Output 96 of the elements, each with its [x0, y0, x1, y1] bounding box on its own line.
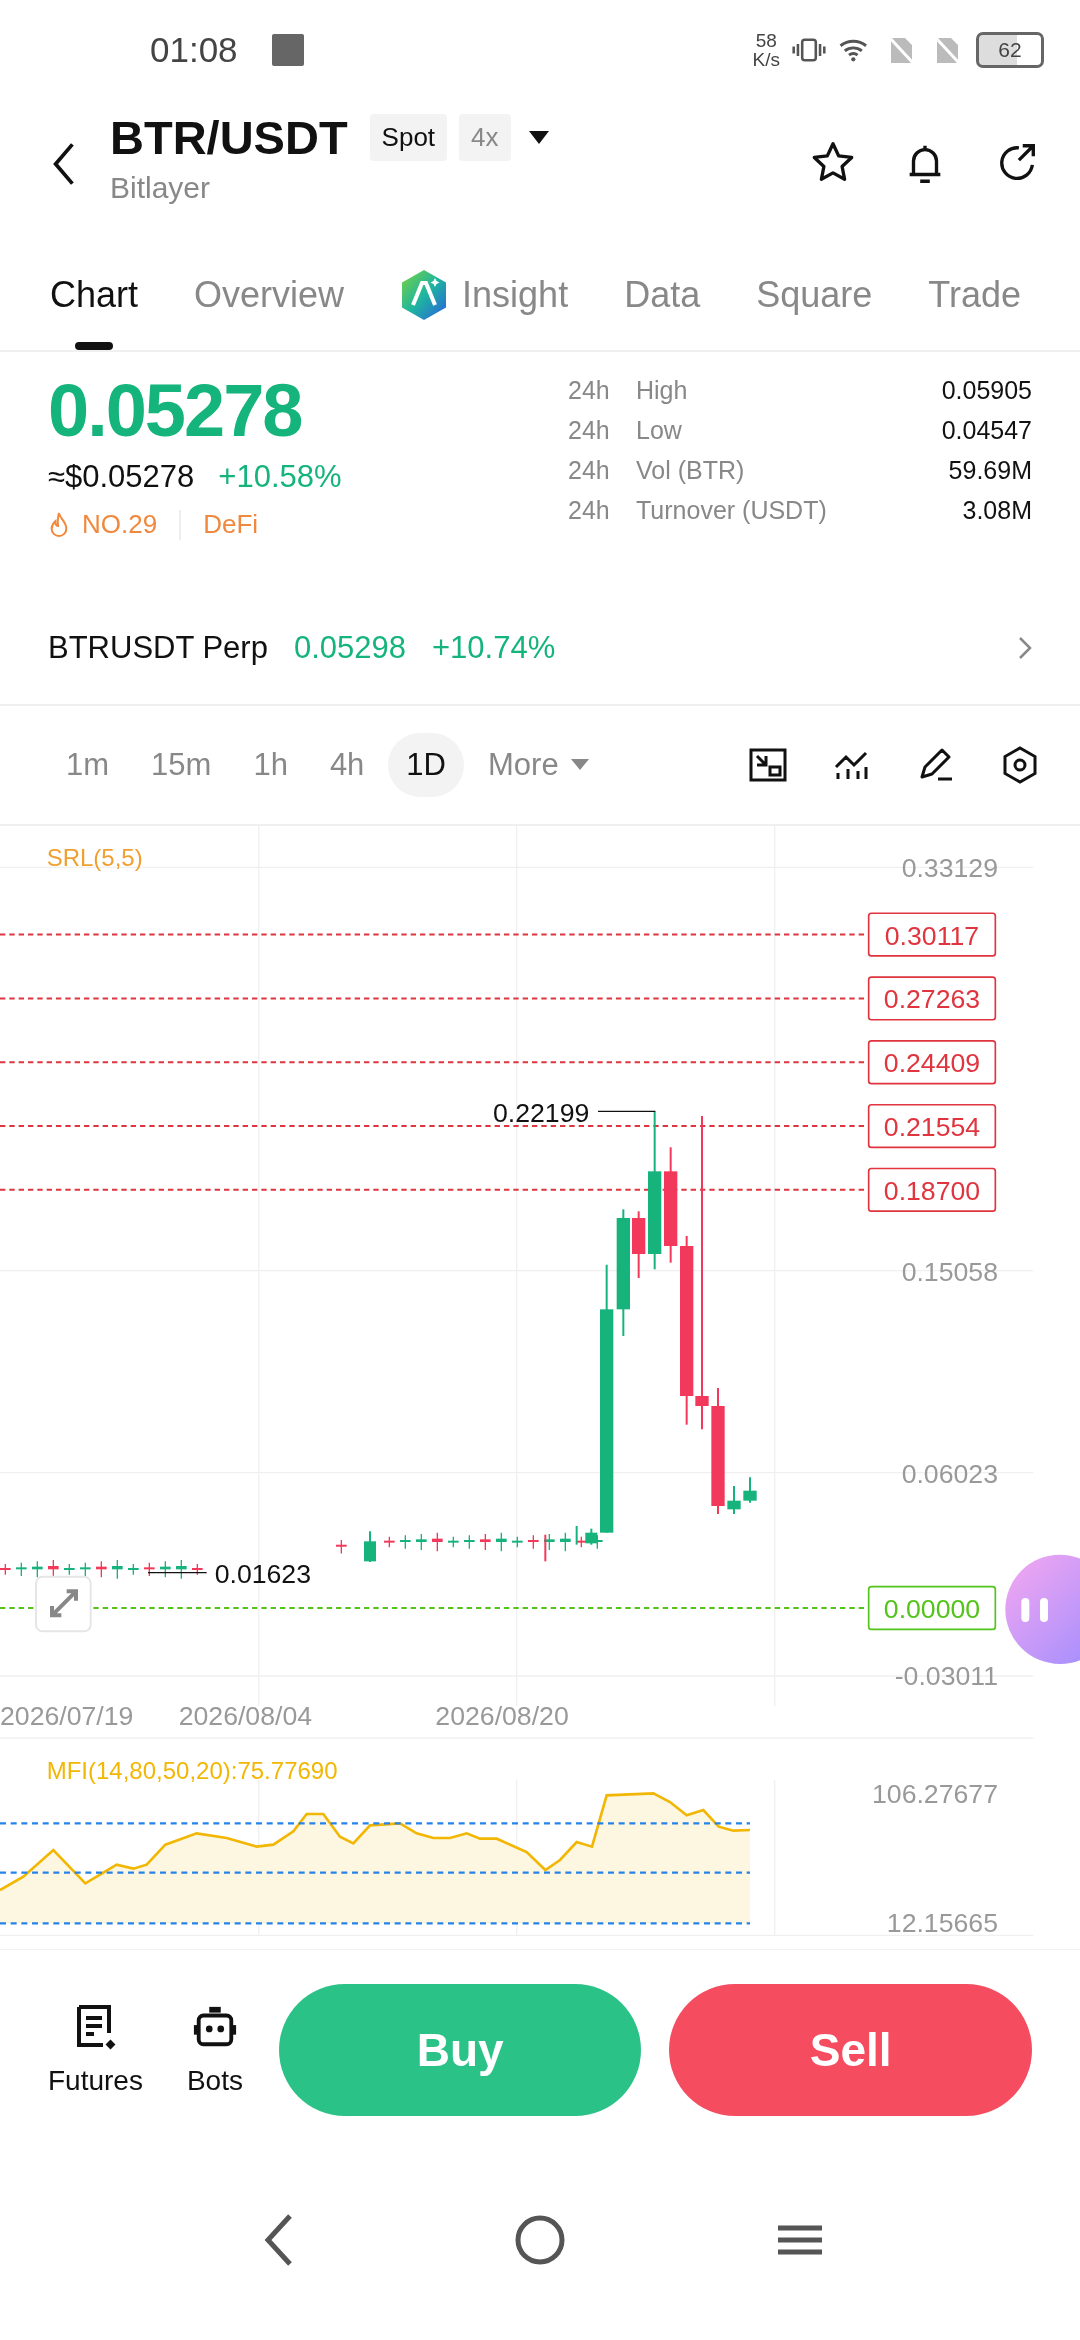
leader-line: [597, 1110, 656, 1112]
tab[interactable]: Square: [756, 254, 873, 350]
candlestick: [432, 1532, 443, 1552]
pair-title: BTR/USDT: [110, 110, 348, 165]
pair-subtitle: Bitlayer: [110, 171, 212, 205]
perp-name: BTRUSDT Perp: [48, 630, 268, 666]
interval-tab[interactable]: 1h: [235, 733, 306, 797]
last-price: 0.05278: [48, 368, 303, 453]
network-speed: 58 K/s: [752, 31, 780, 69]
candlestick: [64, 1563, 75, 1576]
tab[interactable]: Chart: [50, 254, 139, 350]
interval-tab[interactable]: 1D: [388, 733, 464, 797]
flame-icon: [48, 510, 70, 539]
candlestick: [364, 1530, 376, 1563]
notification-icon: [271, 34, 304, 66]
perp-row[interactable]: BTRUSDT Perp 0.05298 +10.74%: [0, 592, 1080, 706]
stat-period: 24h: [568, 416, 611, 445]
candlestick: [400, 1534, 411, 1550]
low-price-marker: 0.01623: [214, 1559, 312, 1590]
candlestick: [144, 1562, 155, 1577]
candlestick: [176, 1559, 187, 1580]
candlestick: [480, 1533, 491, 1551]
price-axis-label: 0.06023: [901, 1458, 998, 1489]
candlestick: [16, 1562, 27, 1577]
action-button[interactable]: Bots: [178, 2003, 251, 2097]
stat-period: 24h: [568, 496, 611, 525]
battery-indicator: 62: [976, 32, 1044, 68]
candlestick: [743, 1476, 757, 1504]
candlestick: [464, 1534, 475, 1550]
perp-price: 0.05298: [293, 630, 406, 666]
stat-period: 24h: [568, 376, 611, 405]
candlestick: [128, 1563, 139, 1576]
interval-tab[interactable]: 4h: [311, 733, 383, 797]
price-axis-label: 0.33129: [901, 852, 998, 883]
stat-label: Low: [636, 416, 682, 445]
level-price-tag: 0.30117: [867, 912, 997, 957]
level-price-tag: 0.00000: [867, 1585, 997, 1631]
status-time: 01:08: [150, 30, 238, 70]
chevron-right-icon: [1018, 636, 1032, 660]
stat-label: Vol (BTR): [636, 456, 745, 485]
tab[interactable]: Trade: [928, 254, 1021, 350]
usd-price: ≈$0.05278: [48, 459, 195, 495]
expand-button[interactable]: [35, 1575, 92, 1633]
rank-tag[interactable]: NO.29: [82, 509, 158, 540]
candlestick: [384, 1536, 395, 1548]
level-price-tag: 0.24409: [867, 1040, 997, 1085]
leverage-tag: 4x: [459, 114, 511, 161]
stat-value: 3.08M: [962, 496, 1032, 525]
candlestick: [416, 1533, 427, 1551]
sector-tag[interactable]: DeFi: [203, 509, 259, 540]
stat-label: Turnover (USDT): [636, 496, 827, 525]
candlestick: [528, 1534, 539, 1550]
candlestick: [727, 1485, 741, 1515]
candlestick: [0, 1563, 11, 1576]
tab[interactable]: Insight: [400, 254, 569, 350]
candlestick: [512, 1536, 523, 1548]
mfi-axis-label: 106.27677: [872, 1779, 998, 1810]
level-price-tag: 0.21554: [867, 1103, 997, 1149]
candlestick-chart[interactable]: SRL(5,5) 0.33129 0.15058 0.06023 -0.03011 0.30117 0.27263 0.24409 0.21554 0.18700 0.00000 0.22199 0.01623: [0, 826, 1080, 1706]
interval-tab[interactable]: 15m: [133, 733, 230, 797]
caret-icon[interactable]: [528, 130, 549, 145]
mfi-label: MFI(14,80,50,20):75.77690: [46, 1756, 338, 1784]
action-button[interactable]: Futures: [40, 2003, 151, 2097]
tab[interactable]: Data: [624, 254, 701, 350]
candlestick: [632, 1210, 646, 1279]
market-tag: Spot: [369, 114, 448, 161]
candlestick: [496, 1532, 507, 1552]
level-price-tag: 0.27263: [867, 976, 997, 1021]
ai-hexagon-icon: [400, 269, 449, 321]
candlestick: [96, 1560, 107, 1578]
perp-change: +10.74%: [432, 630, 556, 666]
candlestick: [112, 1559, 123, 1580]
candlestick: [160, 1560, 171, 1578]
price-axis-label: -0.03011: [894, 1660, 998, 1691]
interval-tab[interactable]: 1m: [48, 733, 128, 797]
stat-value: 59.69M: [948, 456, 1032, 485]
stat-label: High: [636, 376, 688, 405]
tab[interactable]: Overview: [194, 254, 345, 350]
dropdown-icon: [570, 759, 589, 771]
stat-value: 0.05905: [941, 376, 1032, 405]
candlestick: [192, 1563, 203, 1576]
level-price-tag: 0.18700: [867, 1167, 997, 1213]
candlestick: [336, 1539, 347, 1555]
mfi-axis-label: 12.15665: [886, 1908, 998, 1938]
stat-period: 24h: [568, 456, 611, 485]
indicator-label: SRL(5,5): [46, 844, 143, 871]
price-change: +10.58%: [218, 459, 342, 495]
high-price-marker: 0.22199: [492, 1098, 590, 1128]
interval-tab[interactable]: More: [470, 733, 607, 797]
candlestick: [448, 1536, 459, 1548]
leader-line: [147, 1572, 208, 1574]
sell-button[interactable]: Sell: [669, 1984, 1032, 2116]
price-axis-label: 0.15058: [901, 1256, 998, 1287]
buy-button[interactable]: Buy: [278, 1984, 642, 2116]
candlestick: [560, 1532, 571, 1552]
stat-value: 0.04547: [941, 416, 1032, 445]
